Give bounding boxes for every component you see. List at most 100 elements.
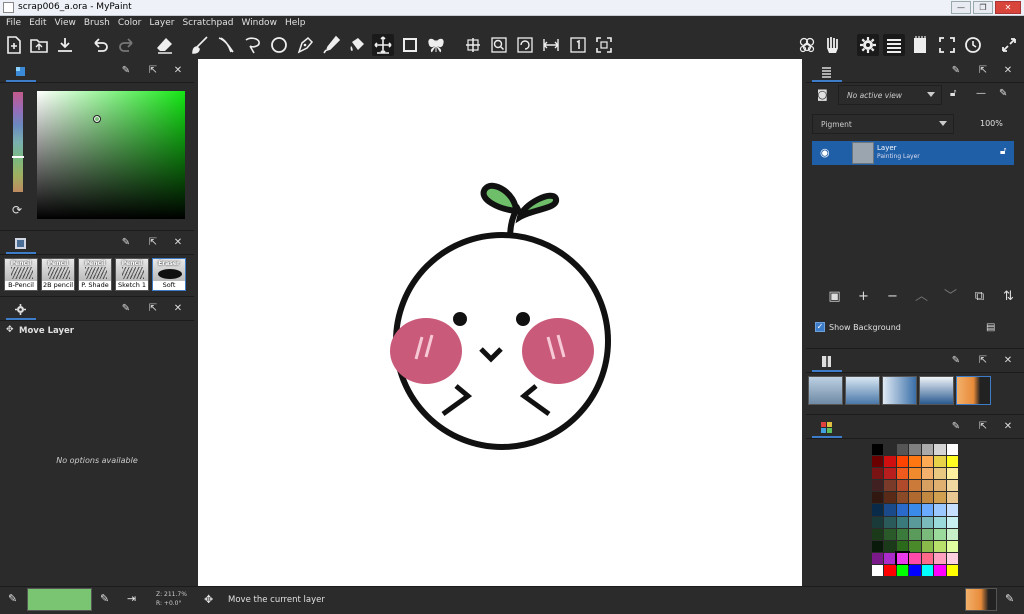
remove-layer-icon[interactable]: − xyxy=(878,287,907,307)
palette-swatch[interactable] xyxy=(946,456,958,468)
frame-icon[interactable] xyxy=(399,34,421,56)
panel-detach-icon[interactable]: ⇱ xyxy=(146,302,160,316)
redo-icon[interactable] xyxy=(116,34,138,56)
panel-detach-icon[interactable]: ⇱ xyxy=(146,64,160,78)
new-document-icon[interactable] xyxy=(3,34,25,56)
current-color-swatch[interactable] xyxy=(27,588,92,611)
palette-swatch[interactable] xyxy=(946,468,958,480)
move-layer-down-icon[interactable]: ﹀ xyxy=(936,287,965,307)
pan-view-icon[interactable] xyxy=(462,34,484,56)
brush-item[interactable]: Pencil 2B pencil xyxy=(41,258,75,291)
palette-swatch[interactable] xyxy=(884,468,896,480)
palette-swatch[interactable] xyxy=(909,552,921,564)
palette-swatch[interactable] xyxy=(896,504,909,516)
palette-swatch[interactable] xyxy=(896,444,909,456)
panel-detach-icon[interactable]: ⇱ xyxy=(976,420,990,434)
panel-close-icon[interactable]: ✕ xyxy=(171,64,185,78)
palette-swatch[interactable] xyxy=(872,492,884,504)
palette-swatch[interactable] xyxy=(946,564,958,576)
layer-opacity[interactable]: 100% xyxy=(980,119,1003,128)
brushes-tab[interactable] xyxy=(6,233,36,254)
minimize-button[interactable]: — xyxy=(951,1,971,14)
palette-swatch[interactable] xyxy=(896,540,909,552)
color-tab[interactable] xyxy=(6,61,36,82)
brush-tools-icon[interactable]: ✎ xyxy=(1005,592,1014,605)
palette-swatch[interactable] xyxy=(946,480,958,492)
palette-swatch[interactable] xyxy=(946,528,958,540)
palette-swatch[interactable] xyxy=(909,492,921,504)
palette-swatch[interactable] xyxy=(909,528,921,540)
layer-mode-dropdown[interactable]: Pigment xyxy=(812,114,954,134)
reset-color-icon[interactable]: ⟳ xyxy=(12,203,22,217)
panel-close-icon[interactable]: ✕ xyxy=(1001,354,1015,368)
menu-file[interactable]: File xyxy=(4,16,27,31)
drawing-canvas[interactable] xyxy=(198,59,802,586)
panel-close-icon[interactable]: ✕ xyxy=(1001,420,1015,434)
camera-icon[interactable]: ◙ xyxy=(817,88,828,101)
lasso-icon[interactable] xyxy=(242,34,264,56)
palette-swatch[interactable] xyxy=(921,528,934,540)
rotate-view-icon[interactable] xyxy=(514,34,536,56)
palette-swatch[interactable] xyxy=(934,504,946,516)
panel-detach-icon[interactable]: ⇱ xyxy=(146,236,160,250)
palette-swatch[interactable] xyxy=(946,516,958,528)
palette-swatch[interactable] xyxy=(946,540,958,552)
recent-brush-item[interactable] xyxy=(808,376,843,405)
layers-tab[interactable] xyxy=(812,61,842,82)
panel-close-icon[interactable]: ✕ xyxy=(171,302,185,316)
color-picker-cursor[interactable] xyxy=(93,115,101,123)
palette-swatch[interactable] xyxy=(884,492,896,504)
palette-swatch[interactable] xyxy=(946,444,958,456)
brush-item[interactable]: Pencil B-Pencil xyxy=(4,258,38,291)
palette-swatch[interactable] xyxy=(884,564,896,576)
palette-swatch[interactable] xyxy=(921,516,934,528)
flip-view-icon[interactable] xyxy=(540,34,562,56)
brush-item[interactable]: Eraser Soft xyxy=(152,258,186,291)
palette-swatch[interactable] xyxy=(946,492,958,504)
fullscreen-icon[interactable] xyxy=(936,34,958,56)
palette-swatch[interactable] xyxy=(884,552,896,564)
palette-swatch[interactable] xyxy=(921,504,934,516)
palette-swatch[interactable] xyxy=(896,528,909,540)
palette-swatch[interactable] xyxy=(872,516,884,528)
palette-swatch[interactable] xyxy=(872,528,884,540)
palette-swatch[interactable] xyxy=(934,516,946,528)
palette-swatch[interactable] xyxy=(896,468,909,480)
scratchpad-icon[interactable] xyxy=(909,34,931,56)
edit-view-icon[interactable]: ✎ xyxy=(999,88,1007,99)
lock-view-icon[interactable]: 🔓︎ xyxy=(950,88,956,99)
brush-history-tab[interactable] xyxy=(812,351,842,372)
clock-icon[interactable] xyxy=(962,34,984,56)
palette-swatch[interactable] xyxy=(921,564,934,576)
close-button[interactable]: ✕ xyxy=(995,1,1021,14)
move-layer-up-icon[interactable]: ︿ xyxy=(907,287,936,307)
palette-swatch[interactable] xyxy=(896,456,909,468)
palette-swatch[interactable] xyxy=(909,540,921,552)
palette-swatch[interactable] xyxy=(872,456,884,468)
palette-swatch[interactable] xyxy=(894,550,911,566)
add-layer-icon[interactable]: + xyxy=(849,287,878,307)
menu-brush[interactable]: Brush xyxy=(82,16,116,31)
palette-swatch[interactable] xyxy=(934,528,946,540)
ellipse-icon[interactable] xyxy=(268,34,290,56)
palette-swatch[interactable] xyxy=(921,552,934,564)
symmetry-butterfly-icon[interactable] xyxy=(425,34,447,56)
palette-swatch[interactable] xyxy=(909,444,921,456)
palette-swatch[interactable] xyxy=(909,468,921,480)
menu-window[interactable]: Window xyxy=(239,16,283,31)
menu-edit[interactable]: Edit xyxy=(27,16,52,31)
menu-help[interactable]: Help xyxy=(283,16,312,31)
open-folder-icon[interactable] xyxy=(28,34,50,56)
palette-swatch[interactable] xyxy=(946,504,958,516)
panel-options-icon[interactable]: ✎ xyxy=(949,354,963,368)
palette-swatch[interactable] xyxy=(921,456,934,468)
palette-swatch[interactable] xyxy=(896,516,909,528)
palette-swatch[interactable] xyxy=(921,444,934,456)
layers-menu-icon[interactable] xyxy=(883,34,905,56)
palette-swatch[interactable] xyxy=(934,492,946,504)
eraser-icon[interactable] xyxy=(154,34,176,56)
color-picker-icon[interactable] xyxy=(320,34,342,56)
panel-close-icon[interactable]: ✕ xyxy=(1001,64,1015,78)
palette-swatch[interactable] xyxy=(934,480,946,492)
palette-swatch[interactable] xyxy=(934,456,946,468)
